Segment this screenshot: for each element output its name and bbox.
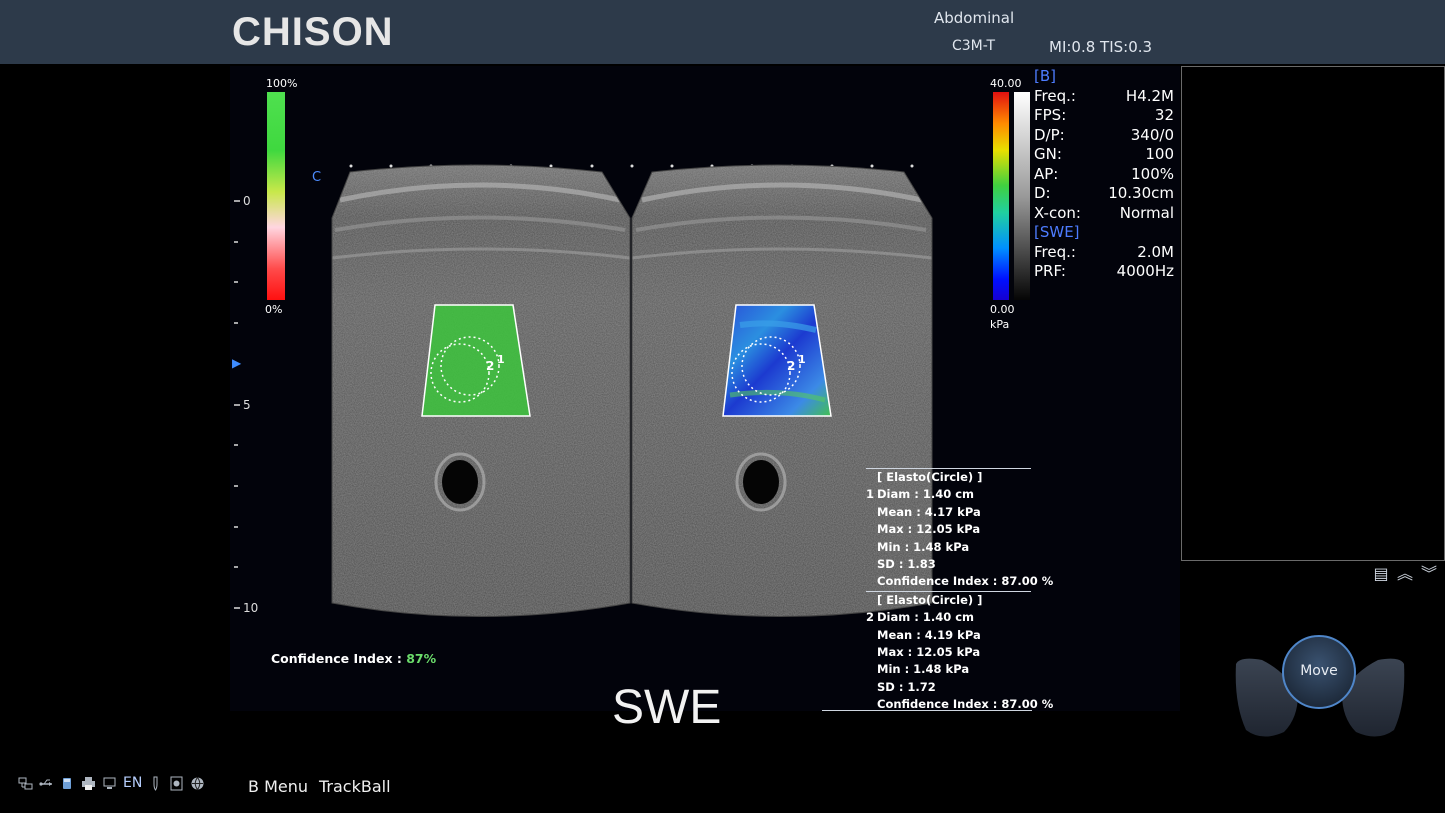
- measurement-diam: 1 Diam : 1.40 cm: [866, 487, 975, 502]
- param-row: D/P: 340/0: [1034, 125, 1174, 144]
- kpa-scale-max: 40.00: [990, 77, 1022, 90]
- ultrasound-dual-image[interactable]: [320, 160, 940, 630]
- trackball-control[interactable]: [1232, 632, 1408, 742]
- confidence-value: 87%: [406, 651, 437, 666]
- measurement-divider: [822, 710, 1032, 711]
- trackball-move-label: Move: [1300, 663, 1338, 679]
- measurement-title: [ Elasto(Circle) ]: [866, 468, 1031, 486]
- measurement-max: Max : 12.05 kPa: [877, 644, 981, 659]
- probe-icon[interactable]: [148, 776, 163, 791]
- printer-icon[interactable]: [81, 776, 96, 791]
- confidence-scale-max: 100%: [266, 77, 298, 90]
- kpa-scale-min: 0.00: [990, 303, 1015, 316]
- depth-mark-10: 10: [243, 601, 259, 615]
- kpa-color-scale: [993, 92, 1009, 300]
- param-row: GN: 100: [1034, 145, 1174, 163]
- brand-logo: CHISON: [232, 10, 394, 54]
- usb-icon[interactable]: [39, 776, 54, 791]
- mode-label: SWE: [612, 681, 722, 734]
- param-row: X-con: Normal: [1034, 203, 1174, 222]
- b-menu-button[interactable]: B Menu: [248, 777, 308, 796]
- trackball-menu-button[interactable]: TrackBall: [319, 777, 391, 796]
- computer-icon[interactable]: [102, 776, 117, 791]
- measurement-sd: SD : 1.83: [877, 556, 936, 571]
- exam-preset[interactable]: Abdominal: [934, 9, 1014, 27]
- mi-tis-readout: MI:0.8 TIS:0.3: [1049, 38, 1153, 56]
- param-row: PRF: 4000Hz: [1034, 262, 1174, 280]
- roi-label-1-right: 1: [798, 353, 806, 366]
- depth-mark-0: 0: [243, 194, 251, 208]
- measurement-mean: Mean : 4.17 kPa: [877, 504, 981, 519]
- focus-marker-icon[interactable]: ▶: [232, 356, 241, 370]
- measurement-sd: SD : 1.72: [877, 679, 936, 694]
- param-row: FPS: 32: [1034, 106, 1174, 124]
- panel-controls: ▤ ︽ ︾: [1372, 565, 1438, 583]
- b-mode-header: [B]: [1034, 67, 1056, 85]
- swe-roi-confidence[interactable]: [422, 305, 530, 416]
- measurement-mean: Mean : 4.19 kPa: [877, 627, 981, 642]
- top-bar: CHISON Abdominal C3M-T MI:0.8 TIS:0.3: [0, 0, 1445, 64]
- gray-scale-bar: [1014, 92, 1030, 300]
- roi-label-1-left: 1: [497, 353, 505, 366]
- measurement-diam: 2 Diam : 1.40 cm: [866, 610, 975, 625]
- measurement-min: Min : 1.48 kPa: [877, 539, 970, 554]
- thumbnail-panel[interactable]: [1181, 66, 1445, 561]
- measurement-results: [ Elasto(Circle) ] 1 Diam : 1.40 cm Mean …: [866, 468, 1054, 713]
- storage-icon[interactable]: [60, 776, 75, 791]
- param-row: D: 10.30cm: [1034, 184, 1174, 202]
- measurement-max: Max : 12.05 kPa: [877, 522, 981, 537]
- param-row: AP: 100%: [1034, 164, 1174, 183]
- kpa-unit: kPa: [990, 318, 1010, 331]
- settings-icon[interactable]: [169, 776, 184, 791]
- depth-mark-5: 5: [243, 398, 251, 412]
- roi-label-2-left: 2: [486, 359, 495, 373]
- double-chevron-down-icon[interactable]: ︾: [1420, 565, 1438, 583]
- probe-name[interactable]: C3M-T: [952, 38, 995, 54]
- double-chevron-up-icon[interactable]: ︽: [1396, 565, 1414, 583]
- roi-label-2-right: 2: [787, 359, 796, 373]
- measurement-min: Min : 1.48 kPa: [877, 662, 970, 677]
- globe-icon[interactable]: [190, 776, 205, 791]
- confidence-index: Confidence Index : 87%: [271, 651, 437, 666]
- swe-header: [SWE]: [1034, 223, 1080, 241]
- param-row: Freq.: H4.2M: [1034, 86, 1174, 105]
- measurement-title: [ Elasto(Circle) ]: [866, 590, 1031, 609]
- network-icon[interactable]: [18, 776, 33, 791]
- measurement-ci: Confidence Index : 87.00 %: [877, 574, 1054, 589]
- status-bar: EN: [18, 775, 205, 791]
- param-row: Freq.: 2.0M: [1034, 242, 1174, 261]
- language-indicator[interactable]: EN: [123, 775, 142, 791]
- imaging-parameters: [B] Freq.: H4.2M FPS: 32 D/P: 340/0 GN: 100 …: [1034, 67, 1174, 282]
- clipboard-icon[interactable]: ▤: [1372, 565, 1390, 583]
